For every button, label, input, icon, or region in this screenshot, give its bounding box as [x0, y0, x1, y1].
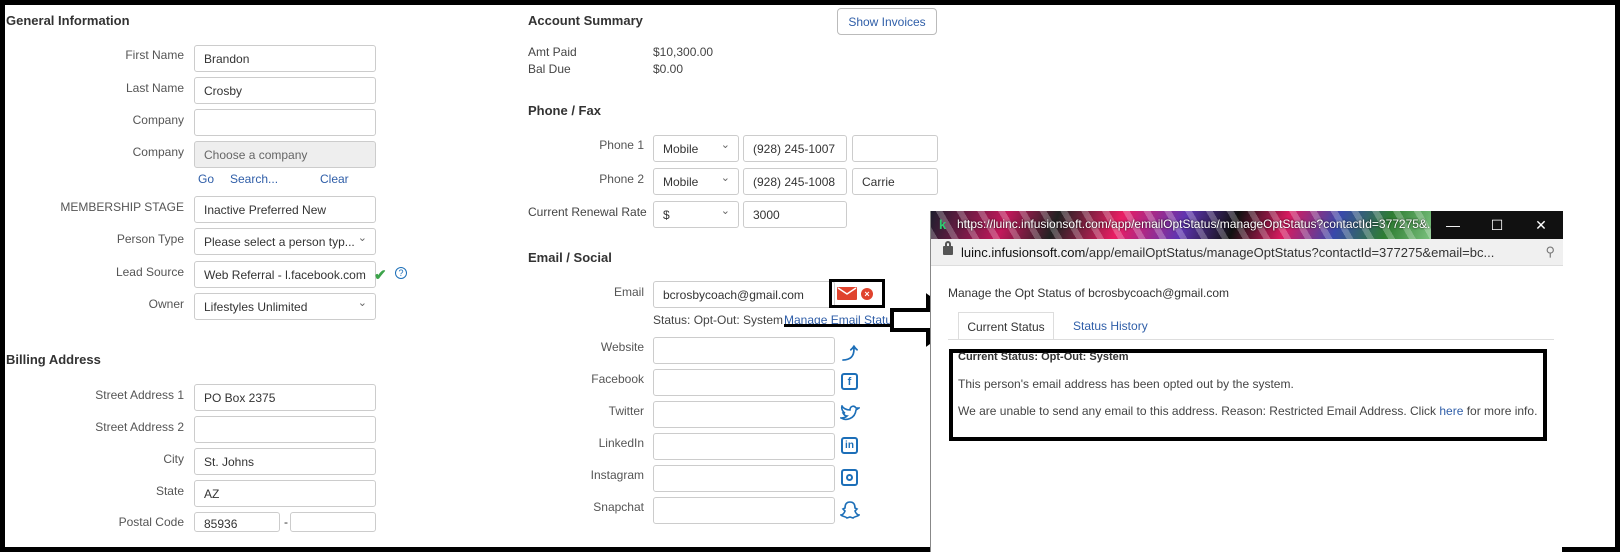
company-select-label: Company	[132, 145, 184, 159]
zoom-icon[interactable]: ⚲	[1545, 244, 1555, 260]
state-input[interactable]: AZ	[194, 480, 376, 507]
maximize-icon[interactable]: ☐	[1475, 211, 1519, 239]
address-host: luinc.infusionsoft.com	[961, 245, 1086, 260]
website-label: Website	[600, 340, 644, 354]
bal-due-label: Bal Due	[528, 62, 571, 76]
open-website-icon[interactable]: ⤴	[842, 340, 858, 364]
email-optout-icon[interactable]	[837, 287, 857, 300]
email-input[interactable]: bcrosbycoach@gmail.com	[653, 281, 835, 308]
street-address-2-input[interactable]	[194, 416, 376, 443]
status-line-1: This person's email address has been opt…	[958, 377, 1294, 391]
facebook-icon[interactable]: f	[841, 373, 858, 390]
instagram-icon[interactable]	[841, 469, 858, 486]
tab-divider	[948, 339, 1554, 340]
linkedin-label: LinkedIn	[598, 436, 644, 450]
postal-code-input[interactable]: 85936	[194, 512, 280, 532]
first-name-label: First Name	[125, 48, 184, 62]
phone-2-type-select[interactable]: Mobile	[653, 168, 739, 195]
postal-separator: -	[284, 515, 288, 529]
amt-paid-value: $10,300.00	[653, 45, 714, 59]
membership-stage-input[interactable]: Inactive Preferred New	[194, 196, 376, 223]
postal-code-label: Postal Code	[118, 515, 184, 529]
more-info-link[interactable]: here	[1439, 404, 1463, 418]
phone-fax-heading: Phone / Fax	[528, 103, 601, 118]
status-line-2-suffix: for more info.	[1463, 404, 1538, 418]
linkedin-icon[interactable]: in	[841, 437, 858, 454]
address-path: /app/emailOptStatus/manageOptStatus?cont…	[1085, 245, 1495, 260]
show-invoices-button[interactable]: Show Invoices	[837, 8, 937, 35]
street-address-1-label: Street Address 1	[95, 388, 184, 402]
street-address-2-label: Street Address 2	[95, 420, 184, 434]
status-line-2: We are unable to send any email to this …	[958, 404, 1537, 418]
renewal-rate-input[interactable]: 3000	[743, 201, 847, 228]
state-label: State	[155, 484, 184, 498]
snapchat-input[interactable]	[653, 497, 835, 524]
person-type-select[interactable]: Please select a person typ...	[194, 228, 376, 255]
help-icon[interactable]: ?	[395, 267, 407, 279]
twitter-icon[interactable]	[840, 405, 860, 422]
company-label: Company	[132, 113, 184, 127]
phone-2-input[interactable]: (928) 245-1008	[743, 168, 847, 195]
phone-1-ext-input[interactable]	[852, 135, 938, 162]
email-status-text: Status: Opt-Out: System	[653, 313, 784, 327]
popup-title-url: https://luinc.infusionsoft.com/app/email…	[957, 217, 1437, 231]
city-input[interactable]: St. Johns	[194, 448, 376, 475]
company-go-link[interactable]: Go	[198, 172, 214, 186]
tab-current-status[interactable]: Current Status	[958, 312, 1054, 340]
close-icon[interactable]: ✕	[1519, 211, 1563, 239]
phone-2-ext-input[interactable]: Carrie	[852, 168, 938, 195]
last-name-label: Last Name	[125, 81, 184, 95]
city-label: City	[163, 452, 184, 466]
popup-heading: Manage the Opt Status of bcrosbycoach@gm…	[948, 286, 1229, 300]
company-search-link[interactable]: Search...	[230, 172, 278, 186]
last-name-input[interactable]: Crosby	[194, 77, 376, 104]
phone-1-input[interactable]: (928) 245-1007	[743, 135, 847, 162]
company-clear-link[interactable]: Clear	[320, 172, 349, 186]
company-chooser[interactable]: Choose a company	[194, 141, 376, 168]
phone-1-label: Phone 1	[599, 138, 644, 152]
account-summary-heading: Account Summary	[528, 13, 643, 28]
first-name-input[interactable]: Brandon	[194, 45, 376, 72]
email-social-heading: Email / Social	[528, 250, 612, 265]
snapchat-label: Snapchat	[593, 500, 644, 514]
twitter-input[interactable]	[653, 401, 835, 428]
bal-due-value: $0.00	[653, 62, 684, 76]
lead-source-input[interactable]: Web Referral - l.facebook.com	[194, 261, 376, 288]
facebook-label: Facebook	[591, 372, 644, 386]
person-type-label: Person Type	[116, 232, 184, 246]
popup-address-bar[interactable]: luinc.infusionsoft.com/app/emailOptStatu…	[931, 239, 1563, 266]
phone-2-label: Phone 2	[599, 172, 644, 186]
annotation-underline	[784, 324, 894, 327]
owner-select[interactable]: Lifestyles Unlimited	[194, 293, 376, 320]
tab-status-history[interactable]: Status History	[1073, 319, 1148, 333]
phone-1-type-select[interactable]: Mobile	[653, 135, 739, 162]
remove-email-icon[interactable]: ×	[861, 288, 873, 300]
renewal-currency-select[interactable]: $	[653, 201, 739, 228]
instagram-label: Instagram	[590, 468, 644, 482]
email-label: Email	[613, 285, 644, 299]
website-input[interactable]	[653, 337, 835, 364]
popup-title-bar[interactable]: k https://luinc.infusionsoft.com/app/ema…	[931, 211, 1563, 239]
facebook-input[interactable]	[653, 369, 835, 396]
twitter-label: Twitter	[608, 404, 644, 418]
company-input[interactable]	[194, 109, 376, 136]
renewal-rate-label: Current Renewal Rate	[528, 205, 647, 219]
current-status-title: Current Status: Opt-Out: System	[958, 351, 1129, 363]
street-address-1-input[interactable]: PO Box 2375	[194, 384, 376, 411]
membership-stage-label: MEMBERSHIP STAGE	[60, 200, 184, 214]
status-line-2-text: We are unable to send any email to this …	[958, 404, 1440, 418]
minimize-icon[interactable]: —	[1431, 211, 1475, 239]
lock-icon	[943, 241, 953, 255]
billing-address-heading: Billing Address	[6, 352, 101, 367]
linkedin-input[interactable]	[653, 433, 835, 460]
app-logo-icon: k	[939, 217, 947, 232]
instagram-input[interactable]	[653, 465, 835, 492]
checkmark-icon: ✔	[374, 267, 387, 284]
amt-paid-label: Amt Paid	[528, 45, 577, 59]
snapchat-icon[interactable]	[840, 500, 860, 520]
postal-code-ext-input[interactable]	[290, 512, 376, 532]
owner-label: Owner	[148, 297, 184, 311]
general-information-heading: General Information	[6, 13, 130, 28]
lead-source-label: Lead Source	[115, 265, 184, 279]
